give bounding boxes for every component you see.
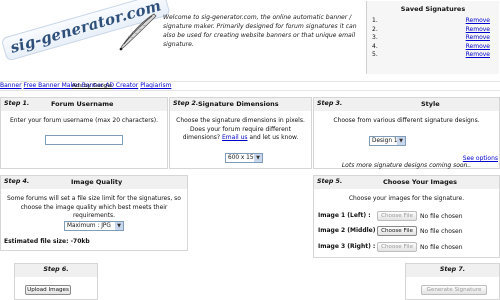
image3-choose-file-button[interactable]: Choose File	[377, 242, 417, 252]
step7-panel: Step 7. Generate Signature	[405, 263, 500, 300]
saved-signatures-title: Saved Signatures	[400, 5, 466, 13]
step3-instructions: Choose from various different signature …	[333, 117, 480, 124]
step2-instructions: Choose the signature dimensions in pixel…	[174, 117, 307, 143]
step7-label: Step 7.	[439, 266, 466, 273]
nav-link-banner[interactable]: Banner	[0, 82, 22, 89]
step2-label: Step 2.	[173, 100, 199, 107]
step5-instructions: Choose your images for the signature.	[348, 195, 465, 202]
saved-signature-number: 3.	[372, 34, 378, 42]
image2-choose-file-button[interactable]: Choose File	[377, 226, 417, 236]
step2-panel: Step 2. Signature Dimensions Choose the …	[169, 97, 312, 169]
chevron-down-icon: ▼	[254, 154, 262, 162]
step5-panel: Step 5. Choose Your Images Choose your i…	[313, 175, 500, 258]
remove-link[interactable]: Remove	[466, 51, 490, 58]
image1-row: Image 1 (Left) :	[318, 212, 371, 219]
generate-signature-button[interactable]: Generate Signature	[421, 285, 487, 295]
email-us-link[interactable]: Email us	[222, 134, 247, 141]
remove-link[interactable]: Remove	[466, 26, 490, 33]
step2-text-after: and let us know.	[249, 134, 299, 141]
saved-signature-row: 3. Remove	[367, 34, 499, 43]
image1-choose-file-button[interactable]: Choose File	[377, 211, 417, 221]
estimated-file-size: Estimated file size: -70kb	[4, 238, 90, 245]
style-select[interactable]: Design 1 ▼	[369, 136, 406, 146]
step3-label: Step 3.	[317, 100, 343, 107]
remove-link[interactable]: Remove	[466, 17, 490, 24]
image3-row: Image 3 (Right) :	[318, 243, 375, 250]
remove-link[interactable]: Remove	[466, 34, 490, 41]
step6-panel: Step 6. Upload Images	[14, 263, 98, 300]
chevron-down-icon: ▼	[115, 222, 123, 230]
image3-label: Image 3 (Right) :	[318, 243, 376, 250]
image1-file-status: No file chosen	[420, 213, 463, 220]
upload-images-button[interactable]: Upload Images	[25, 285, 71, 295]
image2-label: Image 2 (Middle) :	[318, 227, 380, 234]
step4-label: Step 4.	[4, 178, 30, 185]
step5-title: Choose Your Images	[383, 178, 458, 186]
step4-panel: Step 4. Image Quality Some forums will s…	[0, 175, 188, 251]
dimensions-selected: 600 x 150	[228, 155, 258, 161]
step3-title: Style	[421, 100, 440, 108]
saved-signature-number: 5.	[372, 51, 378, 59]
saved-signature-number: 4.	[372, 42, 378, 50]
step2-title: Signature Dimensions	[198, 100, 279, 108]
quill-pen-icon	[119, 13, 157, 51]
image-quality-select[interactable]: Maximum : JPG ▼	[64, 221, 124, 231]
estimated-file-size-label: Estimated file size:	[4, 238, 69, 245]
style-selected: Design 1	[372, 138, 398, 144]
image3-file-status: No file chosen	[420, 244, 463, 251]
step5-label: Step 5.	[317, 178, 343, 185]
step1-title: Forum Username	[51, 100, 114, 108]
saved-signature-number: 2.	[372, 25, 378, 33]
step1-instructions: Enter your forum username (max 20 charac…	[9, 117, 159, 124]
ad-links-bar: Ads by Google Banner Free Banner Maker B…	[0, 81, 500, 91]
step1-label: Step 1.	[4, 100, 30, 107]
step1-panel: Step 1. Forum Username Enter your forum …	[0, 97, 168, 169]
image2-row: Image 2 (Middle) :	[318, 227, 380, 234]
remove-link[interactable]: Remove	[466, 43, 490, 50]
step4-title: Image Quality	[71, 178, 123, 186]
more-designs-note: Lots more signature designs coming soon.…	[341, 162, 472, 169]
image1-label: Image 1 (Left) :	[318, 212, 371, 219]
estimated-file-size-value: -70kb	[70, 238, 90, 245]
step3-panel: Step 3. Style Choose from various differ…	[313, 97, 500, 169]
step6-label: Step 6.	[43, 266, 69, 273]
image2-file-status: No file chosen	[420, 228, 463, 235]
nav-link-plagiarism[interactable]: Plagiarism	[140, 82, 171, 89]
intro-text: Welcome to sig-generator.com, the online…	[163, 14, 357, 48]
ads-by-google-link[interactable]: Ads by Google	[72, 83, 112, 89]
dimensions-select[interactable]: 600 x 150 ▼	[225, 153, 263, 163]
image-quality-selected: Maximum : JPG	[67, 223, 111, 229]
saved-signature-row: 2. Remove	[367, 26, 499, 35]
forum-username-input[interactable]	[45, 135, 123, 145]
saved-signature-row: 5. Remove	[367, 51, 499, 60]
saved-signature-number: 1.	[372, 17, 378, 24]
saved-signatures-panel: Saved Signatures 1. Remove 2. Remove 3. …	[366, 1, 499, 74]
see-options-link[interactable]: See options	[463, 155, 498, 162]
chevron-down-icon: ▼	[397, 137, 405, 145]
step4-instructions: Some forums will set a file size limit f…	[7, 195, 181, 219]
saved-signature-row: 1. Remove	[367, 17, 499, 26]
site-logo[interactable]: sig-generator.com	[0, 0, 171, 86]
saved-signature-row: 4. Remove	[367, 43, 499, 52]
